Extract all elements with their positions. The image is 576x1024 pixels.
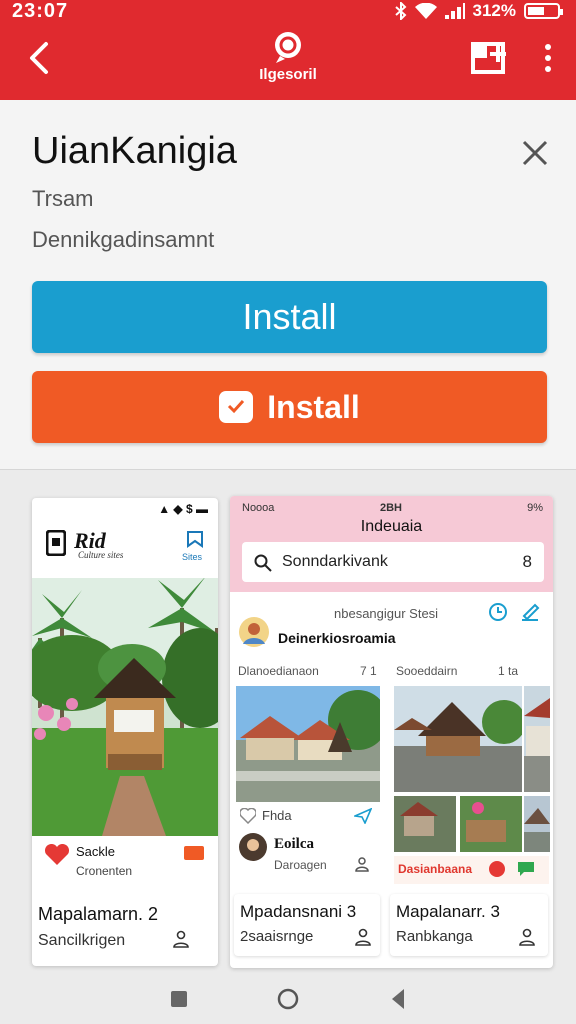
heart-icon[interactable] <box>44 844 70 866</box>
screenshot-2[interactable]: Noooa 2BH 9% Indeuaia Sonndarkivank 8 nb… <box>230 496 553 968</box>
promo-text: Dasianbaana <box>398 862 473 876</box>
battery-percent: 312% <box>472 1 516 20</box>
column-1-label: Dlanoedianaon <box>238 664 319 678</box>
recents-square-icon[interactable] <box>170 990 188 1008</box>
bottom-tile-1-subtitle: 2saaisrnge <box>240 928 314 945</box>
screenshot-2-status-center: 2BH <box>380 502 403 514</box>
heritage-house-photo <box>32 578 218 836</box>
search-text: Sonndarkivank <box>282 553 388 570</box>
brand-logo-icon <box>275 32 301 63</box>
bottom-tile-2-subtitle: Ranbkanga <box>396 928 473 945</box>
house-photo-edge <box>524 686 550 792</box>
app-subtitle: Dennikgadinsamnt <box>32 227 215 252</box>
clock-icon[interactable] <box>488 602 508 622</box>
chat-icon[interactable] <box>516 860 536 878</box>
screenshot-header-subtitle: Culture sites <box>78 550 124 560</box>
install-button-label-2: Install <box>267 388 360 425</box>
edit-icon[interactable] <box>520 602 540 622</box>
screenshot-header-action: Sites <box>182 552 203 562</box>
wifi-icon <box>414 3 437 19</box>
search-count: 8 <box>522 552 532 571</box>
battery-icon <box>524 3 563 19</box>
install-button-label: Install <box>242 296 337 337</box>
bottom-tile-1[interactable]: Mpadansnani 3 2saaisrnge <box>234 894 380 956</box>
person-icon[interactable] <box>172 930 190 948</box>
person-icon-3[interactable] <box>354 928 372 946</box>
app-title: UianKanigia <box>32 130 237 172</box>
badge-icon <box>184 846 204 860</box>
bottom-tile-2[interactable]: Mapalanarr. 3 Ranbkanga <box>390 894 548 956</box>
village-photo <box>236 686 380 802</box>
meta-line: nbesangigur Stesi <box>334 606 439 621</box>
status-time: 23:07 <box>12 0 69 22</box>
bluetooth-icon <box>394 2 406 20</box>
person-icon-2[interactable] <box>354 856 370 872</box>
user-avatar <box>239 833 267 861</box>
column-1-count: 7 1 <box>360 664 377 678</box>
avatar-subtitle: Daroagen <box>274 858 327 872</box>
send-icon[interactable] <box>354 808 372 824</box>
profile-avatar <box>239 617 269 647</box>
like-icon[interactable] <box>240 808 256 824</box>
install-button[interactable]: Install <box>32 281 547 353</box>
share-icon[interactable] <box>470 40 508 76</box>
red-dot-icon[interactable] <box>488 860 506 878</box>
signal-icon <box>444 3 465 19</box>
install-with-store-button[interactable]: Install <box>32 371 547 443</box>
screenshot-2-title: Indeuaia <box>360 518 423 535</box>
screenshot-1[interactable]: ▲ ◆ $ ▬ Rid Culture sites Sites Sackle C… <box>32 498 218 966</box>
bottom-tile-1-title: Mpadansnani 3 <box>240 902 357 921</box>
phone-app-icon <box>46 530 66 556</box>
promo-strip: Dasianbaana <box>394 856 549 884</box>
like-label: Fhda <box>262 808 292 823</box>
caption-title: Sackle <box>76 844 116 859</box>
bottom-tile-2-title: Mapalanarr. 3 <box>396 902 500 921</box>
screenshot-status-icons: ▲ ◆ $ ▬ <box>158 502 208 516</box>
column-2-count: 1 ta <box>498 664 519 678</box>
caption-subtitle: Cronenten <box>76 864 133 878</box>
profile-name: Deinerkiosroamia <box>278 630 396 646</box>
store-heart-icon <box>219 391 254 423</box>
system-nav-bar <box>0 976 576 1024</box>
screenshot-2-status-right: 9% <box>527 502 543 514</box>
more-options-icon[interactable] <box>540 42 556 74</box>
screenshot-2-status-time: Noooa <box>242 502 275 514</box>
back-triangle-icon[interactable] <box>390 988 406 1010</box>
bookmark-icon[interactable] <box>186 530 204 548</box>
app-info-card: UianKanigia Trsam Dennikgadinsamnt Insta… <box>0 100 576 470</box>
search-bar[interactable]: Sonndarkivank 8 <box>242 542 544 582</box>
temple-photo-edge <box>524 796 550 852</box>
garden-photo <box>394 796 522 852</box>
home-circle-icon[interactable] <box>277 988 299 1010</box>
person-icon-4[interactable] <box>518 928 536 946</box>
status-icons: 312% <box>394 0 563 22</box>
close-icon[interactable] <box>520 138 550 168</box>
tile-title: Mapalamarn. 2 <box>38 904 159 924</box>
developer-name: Trsam <box>32 186 94 211</box>
app-bar: 23:07 312% Ilgesoril <box>0 0 576 100</box>
avatar-name: Eoilca <box>274 836 314 852</box>
column-2-label: Sooeddairn <box>396 664 458 678</box>
pavilion-photo <box>394 686 522 792</box>
tile-subtitle: Sancilkrigen <box>38 932 126 949</box>
search-icon <box>254 554 272 572</box>
